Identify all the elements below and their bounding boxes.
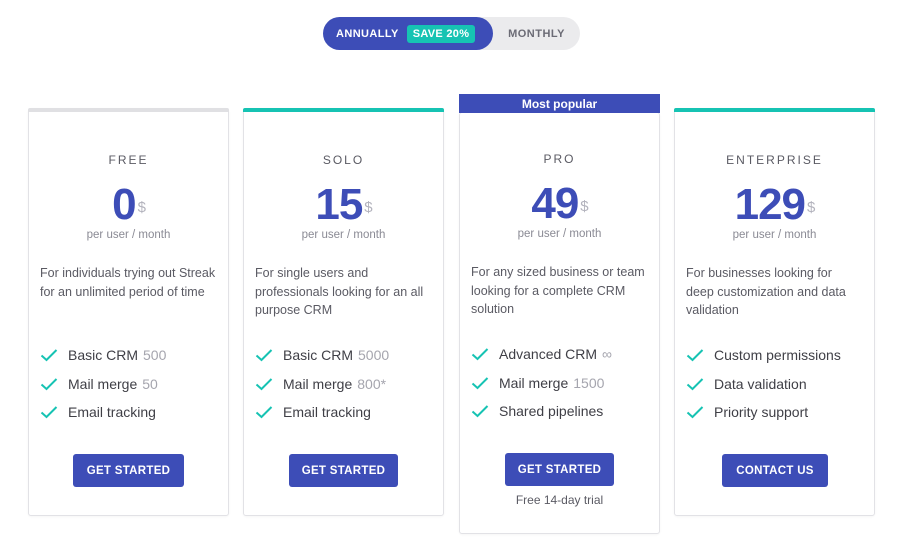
contact-us-button[interactable]: CONTACT US	[722, 454, 828, 487]
card-topbar	[28, 108, 229, 112]
feature-label: Mail merge	[68, 375, 138, 392]
feature-list: Custom permissions Data validation Prior…	[686, 341, 866, 427]
price-amount: 129	[734, 180, 806, 229]
price-period: per user / month	[732, 229, 817, 241]
check-icon	[471, 348, 489, 361]
check-icon	[40, 378, 58, 391]
feature-label: Email tracking	[283, 404, 371, 421]
infinity-icon: ∞	[602, 346, 613, 363]
feature-item: Shared pipelines	[471, 397, 651, 426]
annually-option[interactable]: ANNUALLY SAVE 20%	[323, 17, 493, 50]
feature-value: 1500	[573, 374, 605, 391]
plan-description: For businesses looking for deep customiz…	[686, 266, 846, 317]
feature-label: Priority support	[714, 404, 809, 421]
feature-label: Mail merge	[499, 374, 569, 391]
check-icon	[471, 377, 489, 390]
feature-value: 800*	[357, 375, 387, 392]
plan-card-solo: SOLO 15 $ per user / month For single use…	[243, 108, 444, 516]
price-period: per user / month	[517, 228, 602, 240]
feature-label: Shared pipelines	[499, 403, 604, 420]
check-icon	[40, 349, 58, 362]
feature-value: 50	[142, 375, 158, 392]
feature-list: Advanced CRM ∞ Mail merge 1500 Shared pipe…	[471, 340, 651, 426]
check-icon	[686, 406, 704, 419]
plan-price: 15 $	[244, 183, 443, 227]
price-amount: 49	[531, 179, 579, 228]
plan-price: 49 $	[460, 182, 659, 226]
feature-item: Data validation	[686, 370, 866, 399]
feature-label: Data validation	[714, 375, 807, 392]
currency-symbol: $	[137, 199, 146, 216]
feature-value: 500	[143, 347, 167, 364]
monthly-option[interactable]: MONTHLY	[493, 17, 580, 50]
feature-label: Basic CRM	[283, 347, 354, 364]
currency-symbol: $	[807, 199, 815, 216]
plan-name: SOLO	[322, 153, 365, 167]
price-period: per user / month	[301, 229, 386, 241]
feature-item: Email tracking	[255, 398, 435, 427]
feature-label: Custom permissions	[714, 347, 841, 364]
check-icon	[686, 378, 704, 391]
currency-symbol: $	[580, 198, 588, 215]
get-started-button-free[interactable]: GET STARTED	[73, 454, 184, 487]
check-icon	[255, 378, 273, 391]
plan-name: PRO	[543, 152, 576, 166]
feature-label: Mail merge	[283, 375, 353, 392]
feature-list: Basic CRM 5000 Mail merge 800* Email track…	[255, 341, 435, 427]
plan-card-enterprise: ENTERPRISE 129 $ per user / month For bus…	[674, 108, 875, 516]
feature-item: Basic CRM 5000	[255, 341, 435, 370]
check-icon	[255, 349, 273, 362]
price-amount: 15	[315, 180, 363, 229]
feature-item: Custom permissions	[686, 341, 866, 370]
plan-name: ENTERPRISE	[726, 153, 823, 167]
plan-description: For single users and professionals looki…	[255, 266, 424, 317]
plan-price: 0 $	[29, 183, 228, 227]
check-icon	[686, 349, 704, 362]
feature-value: 5000	[358, 347, 390, 364]
most-popular-badge: Most popular	[459, 94, 660, 113]
feature-item: Email tracking	[40, 398, 220, 427]
get-started-button-solo[interactable]: GET STARTED	[289, 454, 398, 487]
feature-item: Mail merge 1500	[471, 369, 651, 398]
plan-description: For any sized business or team looking f…	[471, 265, 645, 316]
card-topbar	[243, 108, 444, 112]
price-period: per user / month	[86, 229, 171, 241]
feature-item: Priority support	[686, 398, 866, 427]
check-icon	[255, 406, 273, 419]
currency-symbol: $	[364, 199, 372, 216]
plan-card-free: FREE 0 $ per user / month For individuals…	[28, 108, 229, 516]
card-topbar	[674, 108, 875, 112]
feature-label: Advanced CRM	[499, 346, 598, 363]
annually-label: ANNUALLY	[336, 27, 399, 40]
feature-item: Mail merge 800*	[255, 370, 435, 399]
check-icon	[471, 405, 489, 418]
plan-name: FREE	[108, 153, 149, 167]
plan-description: For individuals trying out Streak for an…	[40, 266, 216, 299]
feature-item: Basic CRM 500	[40, 341, 220, 370]
feature-item: Mail merge 50	[40, 370, 220, 399]
feature-label: Email tracking	[68, 404, 156, 421]
price-amount: 0	[112, 180, 137, 229]
save-badge: SAVE 20%	[406, 24, 476, 43]
billing-toggle[interactable]: ANNUALLY SAVE 20% MONTHLY	[323, 17, 580, 50]
trial-note: Free 14-day trial	[515, 493, 604, 507]
get-started-button-pro[interactable]: GET STARTED	[505, 453, 614, 486]
feature-item: Advanced CRM ∞	[471, 340, 651, 369]
plan-card-pro: Most popular PRO 49 $ per user / month Fo…	[459, 94, 660, 534]
plan-price: 129 $	[675, 183, 874, 227]
feature-list: Basic CRM 500 Mail merge 50 Email tracking	[40, 341, 220, 427]
check-icon	[40, 406, 58, 419]
feature-label: Basic CRM	[68, 347, 139, 364]
